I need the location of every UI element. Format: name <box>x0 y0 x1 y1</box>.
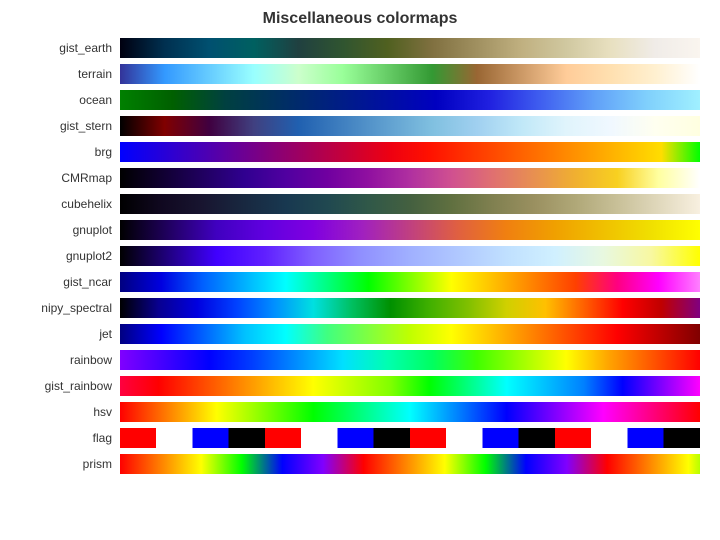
colormap-bar <box>120 246 700 266</box>
colormap-bar <box>120 194 700 214</box>
colormap-bar <box>120 38 700 58</box>
colormap-row: gist_rainbow <box>10 374 700 398</box>
colormap-bar <box>120 90 700 110</box>
colormap-row: gnuplot2 <box>10 244 700 268</box>
colormap-label: gist_earth <box>10 41 120 55</box>
colormap-label: gnuplot <box>10 223 120 237</box>
colormap-row: brg <box>10 140 700 164</box>
colormap-bar <box>120 64 700 84</box>
colormap-row: gist_stern <box>10 114 700 138</box>
colormap-row: cubehelix <box>10 192 700 216</box>
colormap-row: ocean <box>10 88 700 112</box>
colormap-list: gist_earthterrain ocean gist_sternbrg CMRma… <box>0 36 720 476</box>
colormap-bar <box>120 220 700 240</box>
colormap-label: jet <box>10 327 120 341</box>
colormap-bar <box>120 454 700 474</box>
colormap-row: prism <box>10 452 700 476</box>
colormap-row: terrain <box>10 62 700 86</box>
colormap-row: nipy_spectral <box>10 296 700 320</box>
colormap-label: prism <box>10 457 120 471</box>
colormap-label: rainbow <box>10 353 120 367</box>
colormap-bar <box>120 298 700 318</box>
colormap-label: gnuplot2 <box>10 249 120 263</box>
colormap-bar <box>120 324 700 344</box>
colormap-label: brg <box>10 145 120 159</box>
colormap-row: CMRmap <box>10 166 700 190</box>
colormap-label: nipy_spectral <box>10 301 120 315</box>
colormap-bar <box>120 428 700 448</box>
colormap-label: ocean <box>10 93 120 107</box>
colormap-row: jet <box>10 322 700 346</box>
colormap-bar <box>120 402 700 422</box>
colormap-bar <box>120 376 700 396</box>
page-title: Miscellaneous colormaps <box>0 0 720 36</box>
colormap-label: hsv <box>10 405 120 419</box>
colormap-bar <box>120 116 700 136</box>
colormap-label: gist_stern <box>10 119 120 133</box>
colormap-row: flag <box>10 426 700 450</box>
colormap-label: CMRmap <box>10 171 120 185</box>
colormap-label: gist_ncar <box>10 275 120 289</box>
colormap-row: hsv <box>10 400 700 424</box>
colormap-label: terrain <box>10 67 120 81</box>
colormap-label: flag <box>10 431 120 445</box>
colormap-row: gist_ncar <box>10 270 700 294</box>
colormap-bar <box>120 272 700 292</box>
colormap-row: gist_earth <box>10 36 700 60</box>
colormap-row: rainbow <box>10 348 700 372</box>
colormap-label: gist_rainbow <box>10 379 120 393</box>
colormap-bar <box>120 168 700 188</box>
colormap-label: cubehelix <box>10 197 120 211</box>
colormap-bar <box>120 142 700 162</box>
colormap-bar <box>120 350 700 370</box>
colormap-row: gnuplot <box>10 218 700 242</box>
